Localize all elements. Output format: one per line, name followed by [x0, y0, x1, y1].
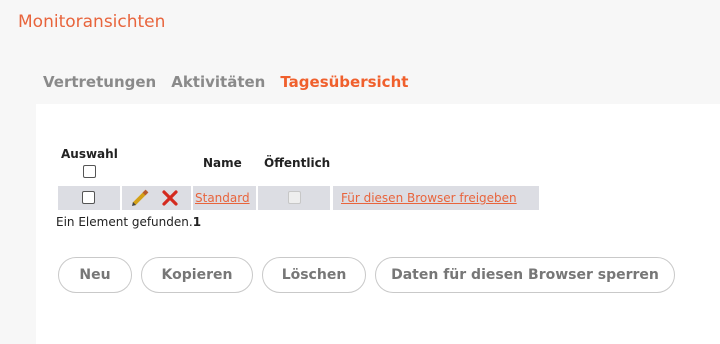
row-public-cell	[258, 186, 330, 210]
row-action-cell: Für diesen Browser freigeben	[333, 186, 539, 210]
result-text: Ein Element gefunden.	[56, 215, 193, 229]
row-actions-cell	[122, 186, 191, 210]
lock-browser-button[interactable]: Daten für diesen Browser sperren	[375, 257, 675, 293]
copy-button[interactable]: Kopieren	[141, 257, 253, 293]
view-tabs: Vertretungen Aktivitäten Tagesübersicht	[43, 73, 408, 91]
tab-aktivitaeten[interactable]: Aktivitäten	[171, 73, 265, 91]
row-name-link[interactable]: Standard	[195, 191, 250, 205]
result-count: Ein Element gefunden.1	[56, 215, 201, 229]
row-checkbox[interactable]	[82, 191, 95, 204]
share-browser-link[interactable]: Für diesen Browser freigeben	[341, 191, 517, 205]
page-title: Monitoransichten	[18, 12, 166, 32]
select-all-checkbox[interactable]	[83, 165, 96, 178]
header-public: Öffentlich	[264, 156, 331, 170]
row-name-cell: Standard	[193, 186, 256, 210]
new-button[interactable]: Neu	[58, 257, 132, 293]
header-name: Name	[203, 156, 242, 170]
header-select: Auswahl	[61, 147, 118, 161]
delete-icon[interactable]	[162, 190, 178, 210]
result-number: 1	[192, 215, 202, 229]
tab-tagesuebersicht[interactable]: Tagesübersicht	[280, 73, 408, 91]
delete-button[interactable]: Löschen	[262, 257, 366, 293]
tab-vertretungen[interactable]: Vertretungen	[43, 73, 156, 91]
pencil-icon[interactable]	[130, 189, 150, 211]
row-public-checkbox	[288, 191, 301, 204]
content-panel: Auswahl Name Öffentlich Standard Für die…	[36, 104, 720, 344]
row-select-cell	[58, 186, 120, 210]
